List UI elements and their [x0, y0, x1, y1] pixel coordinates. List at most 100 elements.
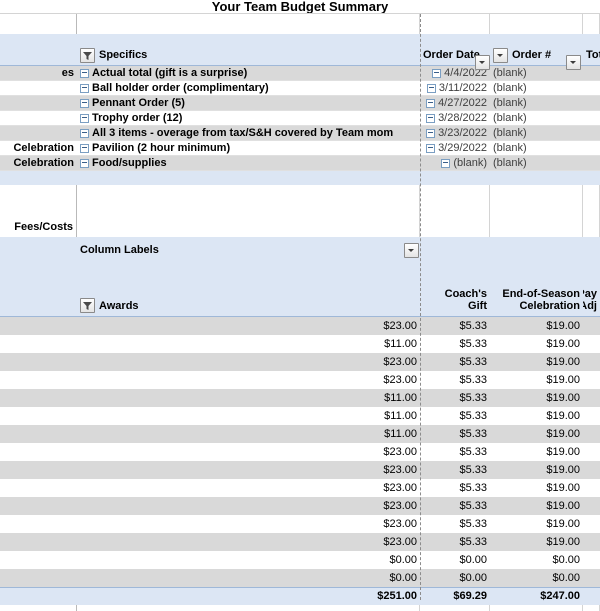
pivot2-awards-cell: $0.00: [77, 569, 420, 587]
pivot2-coachsgift-cell-text: $0.00: [459, 571, 487, 584]
pivot1-rowlabel-cell: [0, 96, 77, 110]
collapse-minus-icon[interactable]: [80, 68, 89, 78]
pivot1-total-cell: [583, 96, 600, 110]
pivot1-specifics-header[interactable]: Specifics: [77, 46, 420, 65]
spacer-cell: [77, 185, 420, 201]
pivot1-total-cell: [583, 126, 600, 140]
pivot1-ordernum-header-label: Order #: [512, 49, 552, 61]
pivot2-endofseason-cell: $19.00: [490, 317, 583, 335]
pivot1-rowlabel-cell: [0, 81, 77, 95]
pivot2-awards-cell: $23.00: [77, 515, 420, 533]
pivot2-payment-cell: [583, 371, 600, 389]
pivot2-endofseason-cell-text: $19.00: [546, 391, 580, 404]
collapse-minus-icon[interactable]: [426, 113, 436, 123]
pivot2-awards-cell: $11.00: [77, 335, 420, 353]
pivot2-row: $0.00 $0.00 $0.00: [0, 551, 600, 569]
pivot1-specifics-text: Actual total (gift is a surprise): [92, 66, 248, 79]
pivot1-total-header[interactable]: Tota: [583, 46, 600, 65]
column-labels-filter-button[interactable]: [404, 243, 419, 261]
pivot2-coachsgift-cell: $5.33: [420, 335, 490, 353]
pivot2-coachsgift-cell-text: $5.33: [459, 355, 487, 368]
bottom-spacer-row: [0, 605, 600, 611]
pivot2-awards-cell-text: $23.00: [383, 319, 417, 332]
collapse-minus-icon[interactable]: [80, 113, 89, 123]
pivot1-ordernum-text: (blank): [493, 111, 527, 124]
pivot1-specifics-cell: Food/supplies: [77, 156, 420, 170]
pivot2-coachsgift-cell-text: $5.33: [459, 499, 487, 512]
pivot2-awards-cell: $23.00: [77, 371, 420, 389]
pivot2-coachsgift-cell: $5.33: [420, 371, 490, 389]
spacer-cell: [490, 201, 583, 217]
spacer-cell: [490, 14, 583, 34]
pivot1-ordernum-cell: (blank): [490, 156, 583, 170]
pivot2-row: $23.00 $5.33 $19.00: [0, 461, 600, 479]
pivot2-row: $23.00 $5.33 $19.00: [0, 317, 600, 335]
filter-icon[interactable]: [80, 298, 95, 313]
pivot2-coachsgift-cell-text: $5.33: [459, 535, 487, 548]
pivot2-coachsgift-cell-text: $5.33: [459, 373, 487, 386]
collapse-minus-icon[interactable]: [432, 68, 442, 78]
collapse-minus-icon[interactable]: [80, 128, 89, 138]
dropdown-arrow-icon[interactable]: [493, 48, 508, 63]
pivot2-rowlabel-cell: [0, 407, 77, 425]
collapse-minus-icon[interactable]: [426, 83, 436, 93]
pivot1-rowlabel-text: es: [61, 66, 74, 79]
pivot2-payment-cell: [583, 533, 600, 551]
pivot1-ordernum-text: (blank): [493, 141, 527, 154]
collapse-minus-icon[interactable]: [426, 98, 436, 108]
spacer-cell: [77, 605, 420, 611]
pivot1-ordernum-text: (blank): [493, 126, 527, 139]
pivot2-coachsgift-header: Coach's Gift: [420, 277, 490, 316]
pivot2-coachsgift-cell-text: $5.33: [459, 517, 487, 530]
pivot1-total-filter-button[interactable]: [566, 55, 581, 73]
pivot2-row: $11.00 $5.33 $19.00: [0, 425, 600, 443]
pivot2-coachsgift-cell-text: $0.00: [459, 553, 487, 566]
dropdown-arrow-icon[interactable]: [475, 55, 490, 70]
pivot1-ordernum-cell: (blank): [490, 141, 583, 155]
pivot2-payment-cell: [583, 497, 600, 515]
column-labels-spacer: [0, 237, 77, 263]
collapse-minus-icon[interactable]: [80, 83, 89, 93]
fees-costs-empty-cell: [583, 217, 600, 237]
pivot1-orderdate-text: 3/29/2022: [438, 141, 487, 154]
column-labels-text: Column Labels: [80, 243, 159, 256]
pivot2-row: $11.00 $5.33 $19.00: [0, 407, 600, 425]
pivot2-endofseason-cell: $19.00: [490, 497, 583, 515]
pivot1-ordernum-text: (blank): [493, 96, 527, 109]
pivot1-row: Trophy order (12) 3/28/2022 (blank): [0, 111, 600, 126]
pivot2-payment-cell: [583, 461, 600, 479]
pivot2-payment-header: Pay Adj: [583, 277, 600, 316]
pivot2-awards-cell-text: $23.00: [383, 535, 417, 548]
collapse-minus-icon[interactable]: [441, 158, 451, 168]
pivot2-endofseason-cell-text: $0.00: [552, 571, 580, 584]
pivot1-rowlabel-header: [0, 46, 77, 65]
collapse-minus-icon[interactable]: [80, 98, 89, 108]
pivot1-total-cell: [583, 156, 600, 170]
pivot2-rowlabel-cell: [0, 425, 77, 443]
pivot2-coachsgift-cell: $5.33: [420, 443, 490, 461]
dropdown-arrow-icon[interactable]: [566, 55, 581, 70]
filter-icon[interactable]: [80, 48, 95, 63]
pivot1-ordernum-cell: (blank): [490, 96, 583, 110]
fees-costs-label: Fees/Costs: [0, 217, 77, 237]
collapse-minus-icon[interactable]: [426, 143, 436, 153]
pivot2-endofseason-cell: $19.00: [490, 515, 583, 533]
pivot1-orderdate-filter-button[interactable]: [475, 55, 490, 73]
pivot2-endofseason-cell: $19.00: [490, 425, 583, 443]
pivot2-awards-cell: $23.00: [77, 533, 420, 551]
collapse-minus-icon[interactable]: [80, 143, 89, 153]
pivot2-coachsgift-cell-text: $5.33: [459, 445, 487, 458]
pivot2-awards-cell-text: $23.00: [383, 445, 417, 458]
pivot2-awards-cell-text: $11.00: [384, 391, 417, 404]
pivot1-orderdate-text: 3/23/2022: [438, 126, 487, 139]
pivot2-awards-header[interactable]: Awards: [77, 277, 420, 316]
pivot2-awards-header-label: Awards: [99, 300, 139, 313]
collapse-minus-icon[interactable]: [426, 128, 436, 138]
collapse-minus-icon[interactable]: [80, 158, 89, 168]
pivot1-header-row: Specifics Order Date Order # Tota: [0, 46, 600, 66]
pivot2-awards-cell-text: $23.00: [383, 481, 417, 494]
dropdown-arrow-icon[interactable]: [404, 243, 419, 258]
column-labels-cell[interactable]: Column Labels: [77, 237, 420, 263]
pivot2-rowlabel-cell: [0, 479, 77, 497]
pivot2-endofseason-cell-text: $19.00: [546, 409, 580, 422]
